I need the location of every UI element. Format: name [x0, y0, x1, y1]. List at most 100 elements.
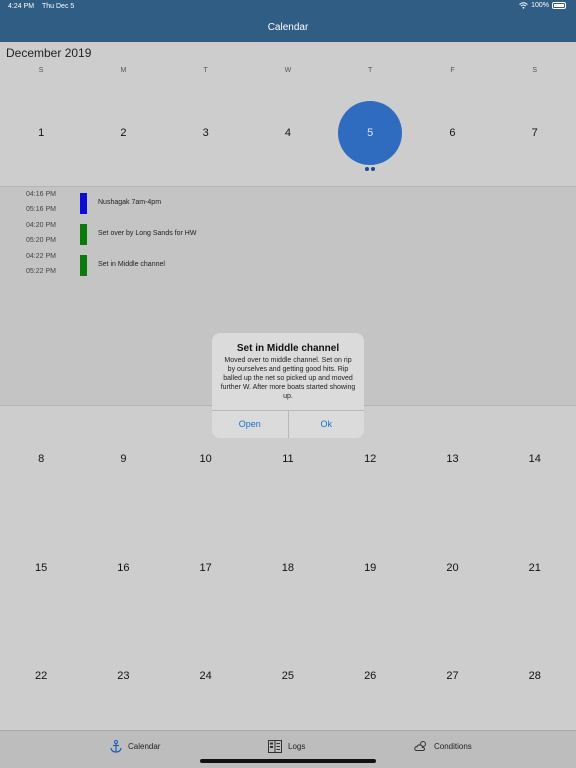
dialog-message: Moved over to middle channel. Set on rip…	[220, 357, 356, 400]
day-cell[interactable]: 9	[82, 449, 164, 469]
day-number: 21	[528, 562, 541, 574]
event-start-time: 04:20 PM	[26, 222, 56, 229]
tab-logs[interactable]: Logs	[268, 740, 305, 753]
tab-conditions-label: Conditions	[434, 741, 472, 751]
event-dots	[365, 167, 376, 171]
day-number: 19	[364, 562, 377, 574]
day-number: 25	[281, 670, 295, 682]
day-number: 12	[364, 453, 377, 465]
day-cell[interactable]: 27	[411, 666, 493, 686]
weekday-label: S	[38, 67, 44, 74]
day-number: 11	[282, 453, 294, 465]
event-color-bar	[80, 255, 87, 276]
tab-calendar-label: Calendar	[128, 742, 161, 751]
tab-calendar[interactable]: Calendar	[110, 740, 160, 753]
week-row-3: 15 16 17 18 19 20 21	[0, 558, 576, 578]
day-number: 28	[528, 670, 541, 682]
day-cell[interactable]: 11	[247, 449, 329, 469]
day-number: 16	[117, 562, 130, 574]
day-number: 10	[199, 453, 212, 465]
day-cell[interactable]: 26	[329, 666, 411, 686]
day-cell[interactable]: 1	[0, 123, 82, 143]
week-row-2: 8 9 10 11 12 13 14	[0, 449, 576, 469]
day-cell[interactable]: 10	[165, 449, 247, 469]
day-cell[interactable]: 2	[82, 123, 164, 143]
day-number: 18	[281, 562, 295, 574]
day-cell[interactable]: 18	[247, 558, 329, 578]
tab-logs-label: Logs	[288, 742, 306, 751]
day-number: 1	[38, 127, 45, 139]
day-number: 9	[120, 453, 127, 465]
event-color-bar	[80, 224, 87, 245]
status-time: 4:24 PM	[8, 3, 35, 10]
event-title: Set in Middle channel	[98, 261, 165, 268]
dialog-title: Set in Middle channel	[236, 343, 340, 354]
day-number: 24	[199, 670, 212, 682]
day-cell[interactable]: 23	[82, 666, 164, 686]
battery-percent: 100%	[531, 2, 549, 9]
day-number: 8	[38, 453, 45, 465]
day-cell[interactable]: 8	[0, 449, 82, 469]
day-number: 17	[199, 562, 212, 574]
status-right: 100%	[519, 2, 566, 9]
day-number: 3	[202, 127, 209, 139]
weekday-label: T	[203, 67, 208, 74]
event-start-time: 04:22 PM	[26, 253, 56, 260]
open-button[interactable]: Open	[212, 411, 289, 438]
day-number: 4	[284, 127, 291, 139]
day-cell[interactable]: 20	[411, 558, 493, 578]
day-number: 27	[446, 670, 459, 682]
wifi-icon	[519, 2, 528, 9]
day-cell[interactable]: 16	[82, 558, 164, 578]
event-start-time: 04:16 PM	[26, 191, 56, 198]
week-row-1: 1 2 3 4 5 6 7	[0, 101, 576, 171]
weekday-label: F	[450, 67, 455, 74]
log-book-icon	[268, 740, 282, 753]
day-number: 5	[367, 127, 374, 139]
home-indicator	[200, 759, 376, 763]
event-end-time: 05:22 PM	[26, 268, 56, 275]
day-cell[interactable]: 14	[494, 449, 576, 469]
status-bar: 4:24 PM Thu Dec 5 100%	[0, 0, 576, 14]
day-cell[interactable]: 22	[0, 666, 82, 686]
day-cell[interactable]: 21	[494, 558, 576, 578]
battery-icon	[552, 2, 566, 9]
day-cell[interactable]: 15	[0, 558, 82, 578]
day-cell[interactable]: 17	[165, 558, 247, 578]
nav-title: Calendar	[267, 22, 309, 33]
anchor-icon	[110, 740, 122, 753]
ok-button[interactable]: Ok	[289, 411, 365, 438]
cloud-sun-icon	[414, 741, 426, 751]
day-cell[interactable]: 19	[329, 558, 411, 578]
day-number: 23	[117, 670, 130, 682]
day-number: 20	[446, 562, 459, 574]
day-cell[interactable]: 13	[411, 449, 493, 469]
event-title: Set over by Long Sands for HW	[98, 230, 197, 237]
tab-conditions[interactable]: Conditions	[414, 740, 472, 752]
week-row-4: 22 23 24 25 26 27 28	[0, 666, 576, 686]
event-row[interactable]: 04:22 PM 05:22 PM Set in Middle channel	[0, 253, 576, 283]
day-cell[interactable]: 25	[247, 666, 329, 686]
nav-bar: Calendar	[0, 14, 576, 42]
day-cell[interactable]: 6	[411, 123, 493, 143]
day-cell-selected[interactable]: 5	[329, 101, 411, 171]
day-cell[interactable]: 4	[247, 123, 329, 143]
weekday-label: T	[368, 67, 373, 74]
event-row[interactable]: 04:16 PM 05:16 PM Nushagak 7am-4pm	[0, 191, 576, 221]
event-row[interactable]: 04:20 PM 05:20 PM Set over by Long Sands…	[0, 222, 576, 252]
weekday-label: W	[284, 67, 292, 74]
day-cell[interactable]: 24	[165, 666, 247, 686]
day-number: 7	[531, 127, 538, 139]
day-number: 2	[120, 127, 127, 139]
day-number: 22	[35, 670, 48, 682]
day-number: 26	[364, 670, 377, 682]
event-end-time: 05:16 PM	[26, 206, 56, 213]
weekday-header: S M T W T F S	[0, 67, 576, 74]
day-cell[interactable]: 7	[494, 123, 576, 143]
day-number: 15	[35, 562, 48, 574]
event-title: Nushagak 7am-4pm	[98, 199, 162, 206]
day-cell[interactable]: 3	[165, 123, 247, 143]
day-cell[interactable]: 12	[329, 449, 411, 469]
event-color-bar	[80, 193, 87, 214]
day-cell[interactable]: 28	[494, 666, 576, 686]
